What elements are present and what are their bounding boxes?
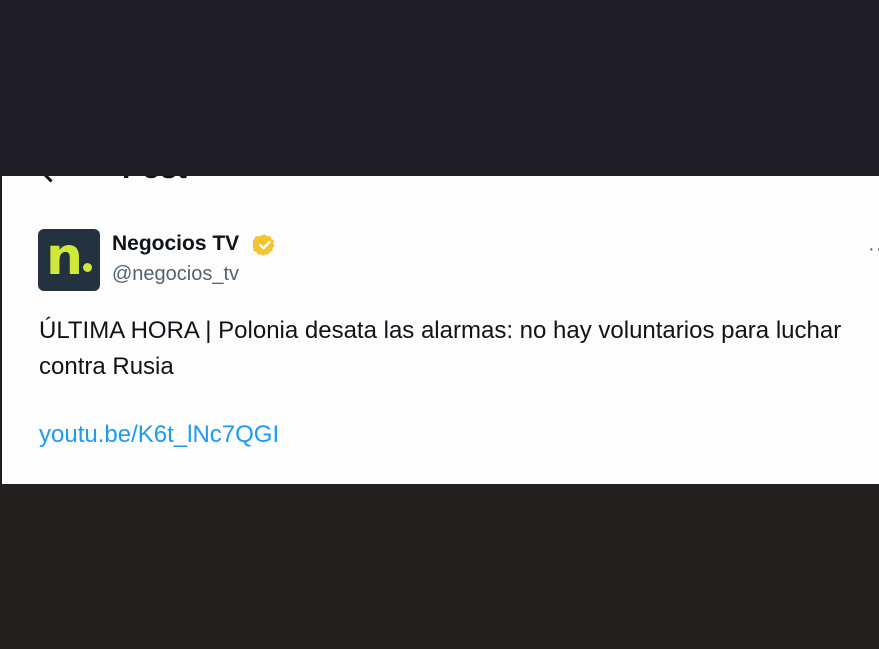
avatar-dot xyxy=(83,263,92,272)
post-link[interactable]: youtu.be/K6t_lNc7QGI xyxy=(39,421,279,449)
bottom-dark-backdrop xyxy=(0,484,879,649)
avatar[interactable]: n xyxy=(38,229,100,291)
post-text: ÚLTIMA HORA | Polonia desata las alarmas… xyxy=(39,317,842,380)
post-card: Post n Negocios TV @negocios_tv ·· ÚLTIM… xyxy=(2,176,879,484)
author-handle[interactable]: @negocios_tv xyxy=(112,263,239,286)
verified-badge-icon xyxy=(253,234,275,256)
page-title: Post xyxy=(122,176,187,184)
author-display-name[interactable]: Negocios TV xyxy=(112,232,239,256)
more-options-icon[interactable]: ·· xyxy=(868,238,879,261)
avatar-letter: n xyxy=(46,229,84,287)
back-arrow-icon[interactable] xyxy=(38,176,63,183)
top-dark-backdrop xyxy=(0,0,879,176)
